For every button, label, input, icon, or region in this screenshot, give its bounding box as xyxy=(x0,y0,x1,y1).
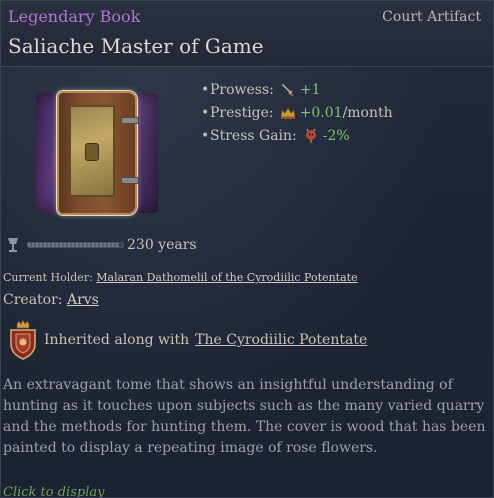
stat-label: Stress Gain: xyxy=(210,127,297,144)
stat-prowess: • Prowess: +1 xyxy=(201,81,321,98)
durability-fill xyxy=(28,243,120,247)
holder-prefix: Current Holder: xyxy=(3,271,93,284)
creator-prefix: Creator: xyxy=(3,292,63,308)
durability-row: 230 years xyxy=(7,237,197,253)
prestige-crown-icon xyxy=(280,106,296,119)
current-holder: Current Holder: Malaran Dathomelil of th… xyxy=(3,271,358,284)
stress-icon xyxy=(305,128,316,143)
durability-text: 230 years xyxy=(127,237,197,253)
inherited-title-link[interactable]: The Cyrodiilic Potentate xyxy=(195,332,367,348)
rarity-label: Legendary Book xyxy=(8,7,141,26)
stat-suffix: /month xyxy=(342,104,393,121)
stat-label: Prestige: xyxy=(210,104,274,121)
stat-list: • Prowess: +1 • Prestige: +0.01 /month •… xyxy=(201,78,393,147)
prowess-dagger-icon xyxy=(281,83,294,97)
artifact-tooltip: Legendary Book Court Artifact Saliache M… xyxy=(0,0,494,498)
book-clasp xyxy=(121,117,139,124)
stat-prestige: • Prestige: +0.01 /month xyxy=(201,104,393,121)
tooltip-header: Legendary Book Court Artifact Saliache M… xyxy=(1,1,493,67)
click-to-display-hint[interactable]: Click to display xyxy=(3,485,104,497)
durability-bar xyxy=(27,242,124,248)
goblet-icon xyxy=(8,238,18,252)
stat-stress-gain: • Stress Gain: -2% xyxy=(201,127,350,144)
artifact-title: Saliache Master of Game xyxy=(8,34,264,58)
stat-label: Prowess: xyxy=(210,81,274,98)
stat-value: -2% xyxy=(322,127,350,144)
artifact-description: An extravagant tome that shows an insigh… xyxy=(3,377,486,456)
book-clasp xyxy=(121,177,139,184)
creator: Creator: Arvs xyxy=(3,292,99,308)
inherited-label: Inherited along with xyxy=(44,332,190,348)
book-boss xyxy=(85,143,99,161)
stat-value: +0.01 xyxy=(299,104,343,121)
stat-value: +1 xyxy=(299,81,321,98)
holder-link[interactable]: Malaran Dathomelil of the Cyrodiilic Pot… xyxy=(96,271,357,284)
creator-link[interactable]: Arvs xyxy=(67,292,99,308)
coat-of-arms-icon[interactable] xyxy=(7,320,39,360)
inherited-row: Inherited along with The Cyrodiilic Pote… xyxy=(7,320,367,360)
category-label: Court Artifact xyxy=(382,9,481,25)
